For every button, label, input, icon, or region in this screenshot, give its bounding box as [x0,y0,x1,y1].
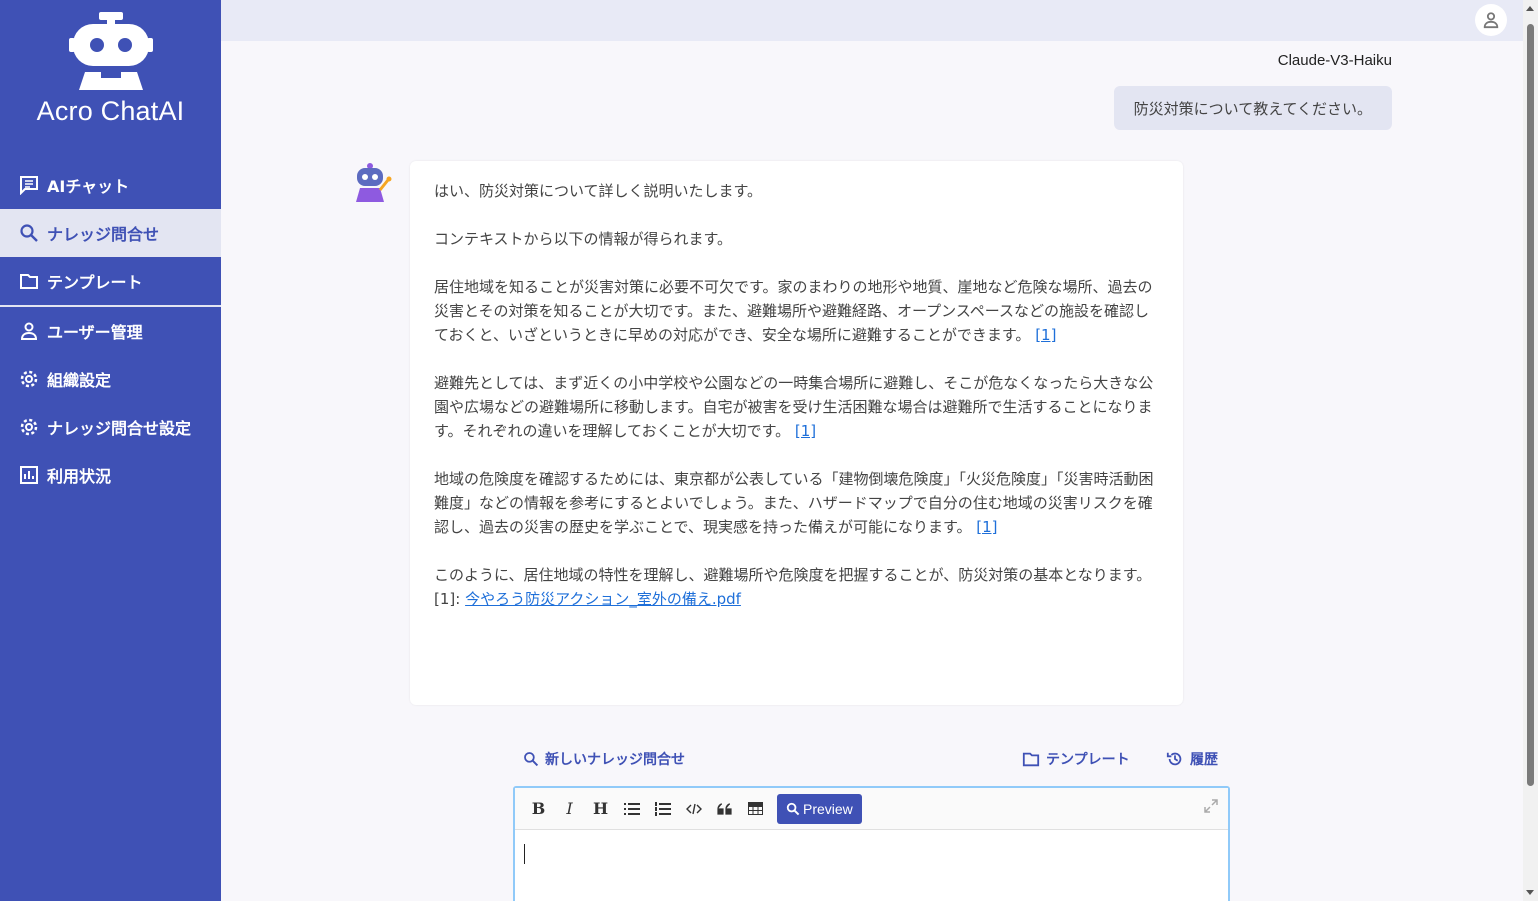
response-paragraph: 避難先としては、まず近くの小中学校や公園などの一時集合場所に避難し、そこが危なく… [434,374,1154,440]
model-name: Claude-V3-Haiku [1277,52,1392,69]
italic-button[interactable]: I [554,794,585,824]
gear-icon [18,416,40,438]
reference-link[interactable]: [1] [976,518,997,536]
editor-toolbar: B I H Preview [515,788,1228,830]
history-icon [1166,750,1184,768]
numbered-list-button[interactable] [647,794,678,824]
user-message: 防災対策について教えてください。 [1113,86,1392,130]
folder-icon [18,270,40,292]
bulleted-list-icon [623,802,640,815]
response-paragraph: このように、居住地域の特性を理解し、避難場所や危険度を把握することが、防災対策の… [434,566,1152,584]
sidebar-item-label: ナレッジ問合せ [47,225,160,244]
sidebar-item-label: AIチャット [47,177,130,196]
quote-button[interactable] [709,794,740,824]
top-bar [221,0,1523,41]
gear-icon [18,368,40,390]
expand-editor-button[interactable] [1204,798,1218,817]
bar-chart-icon [18,464,40,486]
code-button[interactable] [678,794,709,824]
reference-file-link[interactable]: 今やろう防災アクション_室外の備え.pdf [465,590,741,608]
response-paragraph: はい、防災対策について詳しく説明いたします。 [434,182,763,200]
sidebar: Acro ChatAI AIチャット ナレッジ問合せ テンプレート ユーザー管理… [0,0,221,901]
heading-button[interactable]: H [585,794,616,824]
reference-link[interactable]: [1] [1035,326,1056,344]
bold-button[interactable]: B [523,794,554,824]
app-name: Acro ChatAI [36,96,185,126]
response-paragraph: コンテキストから以下の情報が得られます。 [434,230,733,248]
search-icon [523,751,539,767]
sidebar-item-template[interactable]: テンプレート [0,257,221,305]
message-editor: B I H Preview [513,786,1230,901]
new-knowledge-query-button[interactable]: 新しいナレッジ問合せ [523,748,685,770]
search-icon [18,222,40,244]
page-scrollbar[interactable] [1523,0,1538,901]
sidebar-item-label: 利用状況 [47,467,112,486]
sidebar-item-knowledge-query[interactable]: ナレッジ問合せ [0,209,221,257]
reference-line: [1]: 今やろう防災アクション_室外の備え.pdf [434,590,741,608]
account-icon [1483,12,1499,29]
sidebar-item-knowledge-settings[interactable]: ナレッジ問合せ設定 [0,403,221,451]
sidebar-item-label: テンプレート [47,273,143,292]
scroll-thumb[interactable] [1527,24,1534,786]
sidebar-item-label: 組織設定 [47,371,112,390]
scroll-down-arrow-icon[interactable] [1526,890,1534,895]
sidebar-item-ai-chat[interactable]: AIチャット [0,161,221,209]
robot-logo-icon [68,12,153,90]
quote-icon [716,802,732,815]
expand-icon [1204,799,1218,813]
text-caret [524,844,525,864]
sidebar-item-usage[interactable]: 利用状況 [0,451,221,499]
sidebar-nav: AIチャット ナレッジ問合せ テンプレート ユーザー管理 組織設定 ナレッジ問合… [0,161,221,499]
sidebar-item-label: ナレッジ問合せ設定 [47,419,192,438]
template-button[interactable]: テンプレート [1022,748,1130,770]
search-icon [786,802,800,816]
table-icon [748,802,763,815]
code-icon [685,803,702,814]
app-logo[interactable]: Acro ChatAI [0,0,221,150]
sidebar-item-label: ユーザー管理 [47,323,143,342]
sidebar-item-org-settings[interactable]: 組織設定 [0,355,221,403]
bot-avatar-icon [356,163,392,202]
history-button[interactable]: 履歴 [1166,748,1218,770]
response-paragraph: 地域の危険度を確認するためには、東京都が公表している「建物倒壊危険度」「火災危険… [434,470,1154,536]
preview-button[interactable]: Preview [777,793,862,824]
numbered-list-icon [654,801,671,816]
table-button[interactable] [740,794,771,824]
sidebar-item-user-management[interactable]: ユーザー管理 [0,307,221,355]
bot-response-card: はい、防災対策について詳しく説明いたします。 コンテキストから以下の情報が得られ… [410,161,1183,705]
account-button[interactable] [1475,4,1507,36]
response-paragraph: 居住地域を知ることが災害対策に必要不可欠です。家のまわりの地形や地質、崖地など危… [434,278,1153,344]
scroll-up-arrow-icon[interactable] [1526,6,1534,11]
folder-icon [1022,750,1040,768]
user-icon [18,320,40,342]
message-input[interactable] [515,830,1228,901]
reference-link[interactable]: [1] [795,422,816,440]
chat-icon [18,174,40,196]
bulleted-list-button[interactable] [616,794,647,824]
